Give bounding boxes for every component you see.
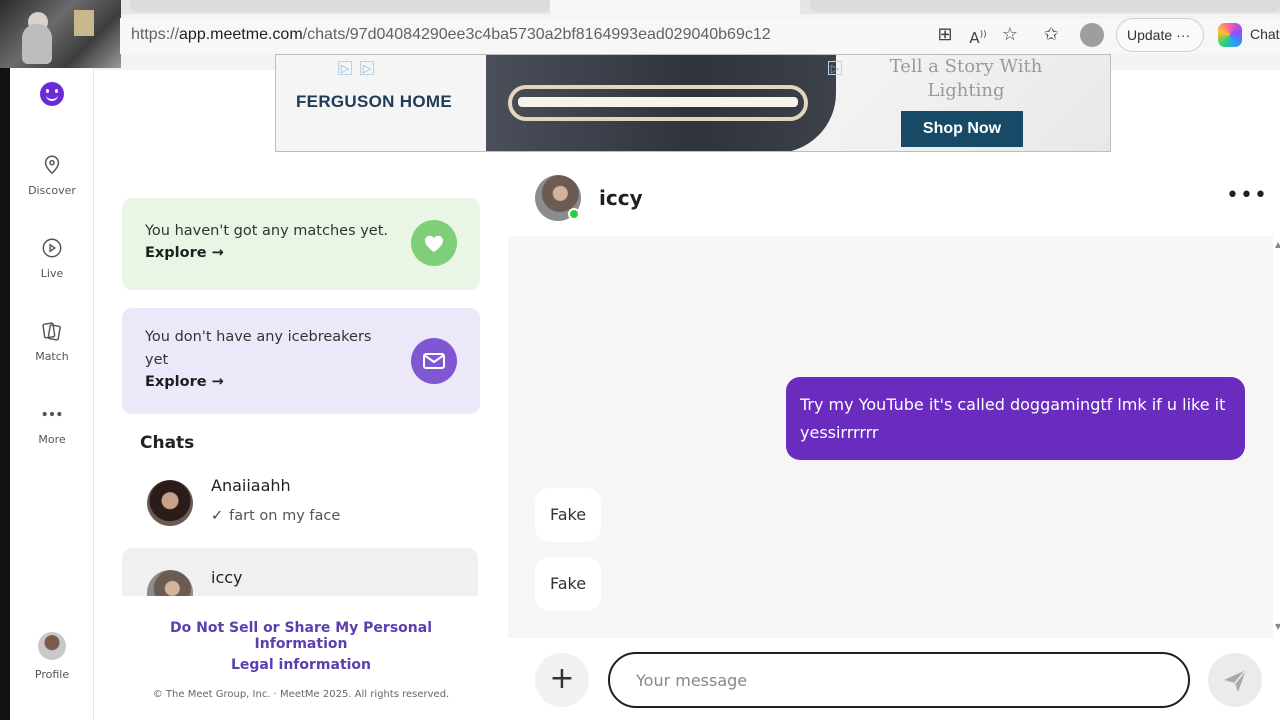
ad-choices-icon[interactable]: ▷ [828, 61, 842, 75]
chats-heading: Chats [140, 433, 195, 453]
favorites-icon[interactable]: ✩ [1040, 24, 1062, 46]
shop-now-button[interactable]: Shop Now [901, 111, 1023, 147]
window-edge [0, 68, 10, 720]
scroll-up-arrow-icon[interactable]: ▲ [1275, 240, 1280, 249]
icebreakers-explore-link[interactable]: Explore → [145, 374, 224, 390]
add-attachment-button[interactable]: + [535, 653, 589, 707]
copilot-chat-label[interactable]: Chat [1250, 26, 1280, 42]
envelope-badge [411, 338, 457, 384]
nav-more[interactable]: More [10, 403, 94, 446]
meetme-logo-icon[interactable] [40, 82, 64, 106]
nav-label: Live [40, 267, 64, 280]
chat-name: Anaiiaahh [211, 476, 291, 495]
ad-banner[interactable]: ▷ ▷ FERGUSON HOME ▷ Tell a Story With Li… [275, 54, 1111, 152]
browser-profile-icon[interactable] [1080, 23, 1104, 47]
online-status-dot [568, 208, 580, 220]
chat-preview: ✓ fart on my face [211, 508, 341, 524]
scroll-down-arrow-icon[interactable]: ▼ [1275, 622, 1280, 631]
more-dots-icon [42, 411, 62, 417]
nav-label: Discover [28, 184, 76, 197]
avatar [38, 632, 66, 660]
nav-label: Match [35, 350, 69, 363]
message-input[interactable] [608, 652, 1190, 708]
browser-tab[interactable] [810, 0, 1280, 12]
star-icon[interactable]: ☆ [999, 24, 1021, 46]
nav-profile[interactable]: Profile [10, 632, 94, 681]
matches-card[interactable]: You haven't got any matches yet. Explore… [122, 198, 480, 290]
update-button[interactable]: Update ··· [1116, 18, 1204, 52]
chandelier-glow [518, 97, 798, 107]
nav-label: More [38, 433, 66, 446]
ad-tagline: Tell a Story With Lighting [889, 56, 1043, 101]
heart-icon [425, 235, 443, 252]
chat-list-item-selected[interactable]: iccy [122, 548, 478, 596]
send-icon [1224, 669, 1247, 692]
incoming-message: Fake [535, 557, 601, 611]
active-browser-tab[interactable] [550, 0, 800, 16]
icebreakers-text: You don't have any icebreakers yet [145, 329, 372, 368]
envelope-icon [423, 353, 445, 369]
chat-list-viewport: iccy [122, 548, 478, 596]
app-grid-icon[interactable]: ⊞ [934, 24, 956, 46]
heart-badge [411, 220, 457, 266]
cards-icon [42, 322, 61, 341]
avatar [147, 480, 193, 526]
nav-live[interactable]: Live [10, 237, 94, 280]
privacy-link[interactable]: Do Not Sell or Share My Personal Informa… [122, 620, 480, 652]
play-circle-icon [42, 238, 62, 258]
url-text[interactable]: https://app.meetme.com/chats/97d04084290… [131, 26, 771, 44]
nav-label: Profile [34, 668, 70, 681]
icebreakers-card[interactable]: You don't have any icebreakers yet Explo… [122, 308, 480, 414]
conversation-name[interactable]: iccy [599, 186, 643, 210]
matches-text: You haven't got any matches yet. [145, 223, 389, 239]
nav-match[interactable]: Match [10, 320, 94, 363]
ad-choices-icon[interactable]: ▷ [338, 61, 352, 75]
legal-link[interactable]: Legal information [122, 657, 480, 673]
ad-brand: FERGUSON HOME [296, 92, 452, 111]
copyright: © The Meet Group, Inc. · MeetMe 2025. Al… [152, 689, 450, 700]
read-check-icon: ✓ [211, 508, 224, 524]
nav-discover[interactable]: Discover [10, 154, 94, 197]
avatar [147, 570, 193, 596]
send-button[interactable] [1208, 653, 1262, 707]
outgoing-message: Try my YouTube it's called doggamingtf l… [786, 377, 1245, 460]
location-pin-icon [44, 155, 60, 175]
ad-choices-icon[interactable]: ▷ [360, 61, 374, 75]
matches-explore-link[interactable]: Explore → [145, 245, 224, 261]
webcam-overlay [0, 0, 121, 68]
incoming-message: Fake [535, 488, 601, 542]
chat-name: iccy [211, 568, 243, 587]
read-aloud-icon[interactable]: A)) [967, 24, 989, 47]
conversation-more-button[interactable]: ••• [1226, 185, 1268, 207]
copilot-icon[interactable] [1218, 23, 1242, 47]
chat-list-item[interactable]: Anaiiaahh ✓ fart on my face [122, 470, 478, 540]
browser-tab[interactable] [130, 0, 550, 12]
left-nav: Discover Live Match More Profile [10, 68, 94, 720]
